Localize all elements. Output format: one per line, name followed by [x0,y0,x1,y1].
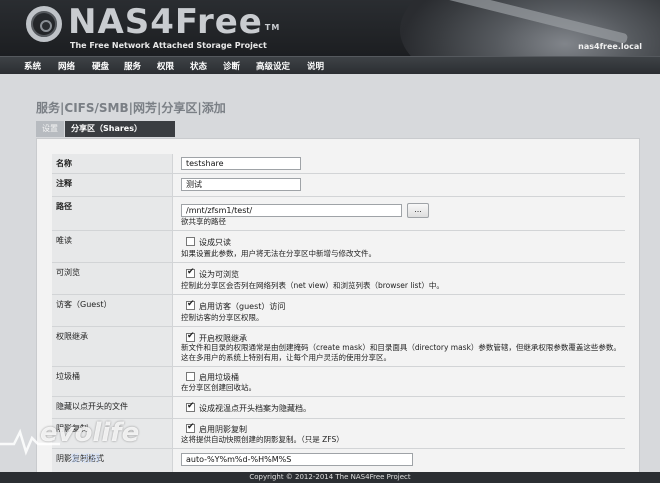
label-inherit: 权限继承 [52,327,173,366]
inherit-desc-2: 这在多用户的系统上特别有用，让每个用户灵活的使用分享区。 [181,353,391,362]
inherit-desc-1: 新文件和目录的权限通常是由创建掩码（create mask）和目录面具（dire… [181,343,621,352]
nav-access[interactable]: 权限 [157,60,174,72]
guest-checkbox[interactable] [186,299,195,310]
readonly-checkbox[interactable] [186,237,195,246]
nav-help[interactable]: 说明 [307,60,324,72]
row-path: 路径 /mnt/zfsm1/test/ ... 欲共享的路径 [52,197,625,231]
recycle-checkbox-label: 启用垃圾桶 [199,373,239,382]
shadow-format-input[interactable]: auto-%Y%m%d-%H%M%S [181,453,413,466]
tagline: The Free Network Attached Storage Projec… [70,41,267,50]
row-comment: 注释 测试 [52,174,625,197]
label-path: 路径 [52,197,173,230]
label-readonly: 唯读 [52,231,173,262]
comment-input[interactable]: 测试 [181,178,301,191]
label-hidedot: 隐藏以点开头的文件 [52,397,173,418]
tab-shares[interactable]: 分享区（Shares） [65,121,175,137]
path-input[interactable]: /mnt/zfsm1/test/ [181,204,402,217]
readonly-desc: 如果设置此参数，用户将无法在分享区中新增与修改文件。 [181,249,376,258]
guest-desc: 控制访客的分享区权限。 [181,313,264,322]
row-inherit: 权限继承 开启权限继承 新文件和目录的权限通常是由创建掩码（create mas… [52,327,625,367]
browsable-checkbox-label: 设为可浏览 [199,270,239,279]
nav-diagnostics[interactable]: 诊断 [223,60,240,72]
label-browsable: 可浏览 [52,263,173,294]
hidedot-checkbox-label: 设成视温点开头档案为隐藏档。 [199,404,311,413]
nav-system[interactable]: 系统 [24,60,41,72]
row-readonly: 唯读 设成只读 如果设置此参数，用户将无法在分享区中新增与修改文件。 [52,231,625,263]
logo-disk-icon [26,6,62,42]
nav-status[interactable]: 状态 [190,60,207,72]
main-nav: 系统 网络 硬盘 服务 权限 状态 诊断 高级设定 说明 [0,56,660,74]
name-input[interactable]: testshare [181,157,301,170]
recycle-checkbox[interactable] [186,372,195,381]
watermark-sub: 爱活网 [70,454,100,465]
nav-disks[interactable]: 硬盘 [92,60,109,72]
logo: NAS4Free TM [68,2,281,42]
row-name: 名称 testshare [52,154,625,174]
row-guest: 访客（Guest） 启用访客（guest）访问 控制访客的分享区权限。 [52,295,625,327]
copyright-text: Copyright © 2012-2014 The NAS4Free Proje… [249,473,411,481]
hostname: nas4free.local [578,42,642,51]
nav-network[interactable]: 网络 [58,60,75,72]
nav-advanced[interactable]: 高级设定 [256,60,290,72]
path-desc: 欲共享的路径 [181,217,226,226]
label-name: 名称 [52,154,173,173]
readonly-checkbox-label: 设成只读 [199,238,231,247]
inherit-checkbox[interactable] [186,331,195,342]
page-title: 服务|CIFS/SMB|网芳|分享区|添加 [36,101,226,115]
row-browsable: 可浏览 设为可浏览 控制此分享区会否列在网络列表（net view）和浏览列表（… [52,263,625,295]
label-guest: 访客（Guest） [52,295,173,326]
header-banner: NAS4Free TM The Free Network Attached Sto… [0,0,660,56]
recycle-desc: 在分享区创建回收站。 [181,383,256,392]
shadow-checkbox[interactable] [186,422,195,433]
shadow-desc: 这将提供自动快照创建的阴影复制。（只是 ZFS） [181,435,344,444]
evolife-watermark: evolife 爱活网 [0,418,150,466]
row-hidedot: 隐藏以点开头的文件 设成视温点开头档案为隐藏档。 [52,397,625,419]
shadow-checkbox-label: 启用阴影复制 [199,425,247,434]
guest-checkbox-label: 启用访客（guest）访问 [199,302,286,311]
browsable-desc: 控制此分享区会否列在网络列表（net view）和浏览列表（browser li… [181,281,444,290]
hidedot-checkbox[interactable] [186,401,195,412]
watermark-brand: evolife [40,418,140,448]
nav-services[interactable]: 服务 [124,60,141,72]
footer: Copyright © 2012-2014 The NAS4Free Proje… [0,472,660,483]
browse-button[interactable]: ... [407,203,429,218]
row-recycle: 垃圾桶 启用垃圾桶 在分享区创建回收站。 [52,367,625,397]
browsable-checkbox[interactable] [186,267,195,278]
tab-settings[interactable]: 设置 [36,121,64,137]
label-recycle: 垃圾桶 [52,367,173,396]
label-comment: 注释 [52,174,173,196]
